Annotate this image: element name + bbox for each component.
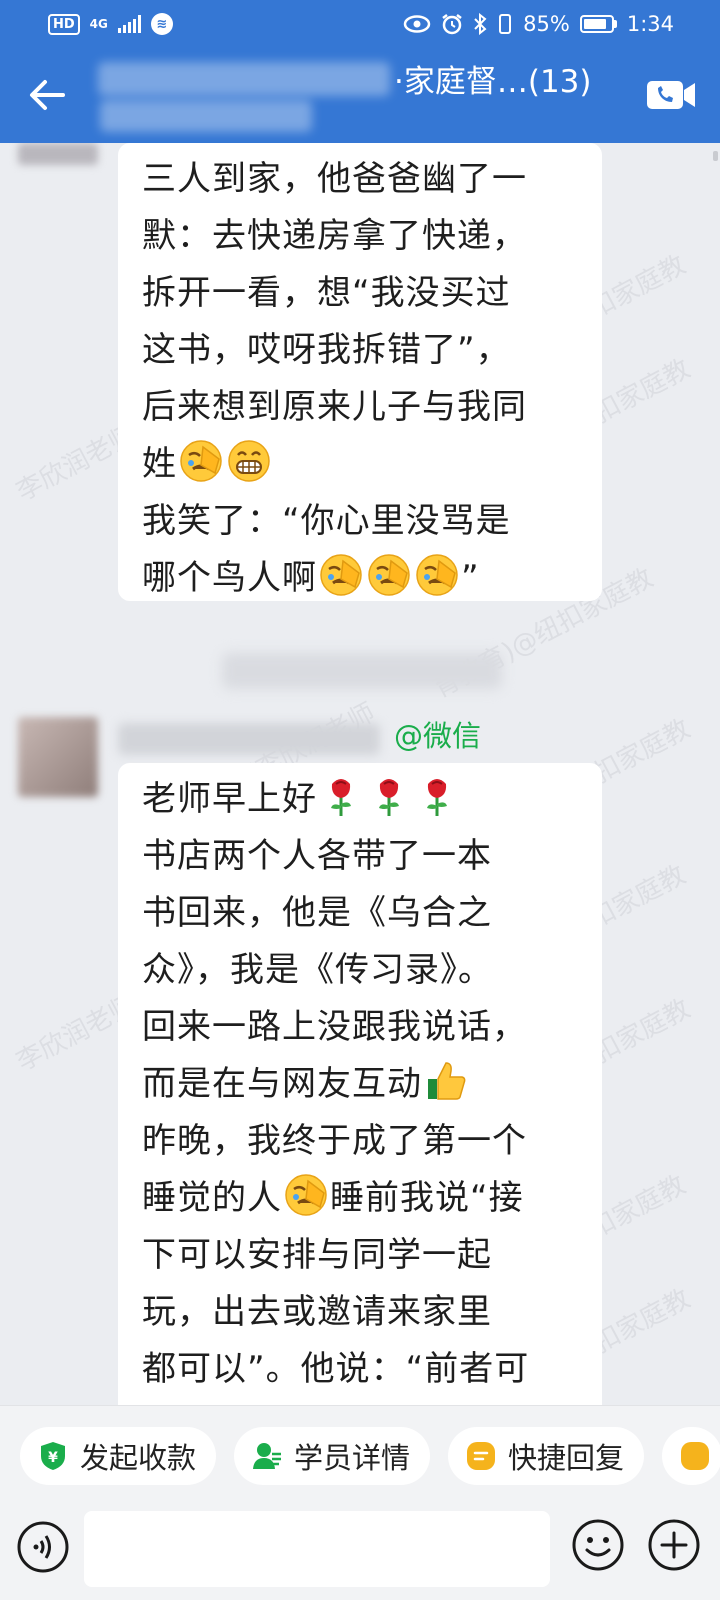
rose-emoji-icon: [379, 779, 399, 816]
input-bar: [0, 1505, 720, 1600]
timestamp-redacted: [222, 653, 502, 689]
hd-icon: HD: [48, 13, 80, 35]
message-line: 都可以”。他说：“前者可: [142, 1349, 530, 1389]
eye-comfort-icon: [403, 15, 431, 33]
wechat-source-tag: @微信: [394, 719, 482, 753]
message-line: 众》，我是《传习录》。: [142, 950, 493, 990]
message-input[interactable]: [84, 1511, 550, 1587]
avatar[interactable]: [18, 143, 98, 165]
message-line: 昨晚，我终于成了第一个: [142, 1121, 527, 1161]
more-quick-action-button[interactable]: [662, 1426, 720, 1485]
message-line: 下可以安排与同学一起: [142, 1235, 492, 1275]
message-line: 回来一路上没跟我说话，: [142, 1007, 527, 1047]
avatar[interactable]: [18, 717, 98, 797]
vibrate-icon: [499, 14, 512, 34]
chat-header: HD 4G ≋ 85% 1:34 ·家庭督…(13): [0, 0, 720, 143]
message-line: 默：去快递房拿了快递，: [142, 216, 527, 256]
video-call-button[interactable]: [646, 78, 696, 112]
facepalm-emoji-icon: [320, 554, 362, 596]
message-line: 而是在与网友互动: [142, 1064, 422, 1104]
payment-request-button[interactable]: ¥ 发起收款: [20, 1426, 217, 1485]
bluetooth-icon: [474, 13, 487, 35]
student-icon: [252, 1441, 282, 1471]
quick-reply-button[interactable]: 快捷回复: [448, 1426, 645, 1485]
message-list[interactable]: 纽扣家庭教 李欣润老师 —纽扣家庭教 育教育)@纽扣家庭教 (李欣润老师 —纽扣…: [0, 143, 720, 1405]
message-line: 玩，出去或邀请来家里: [142, 1292, 492, 1332]
message-line: 后来想到原来儿子与我同: [142, 387, 527, 427]
facepalm-emoji-icon: [180, 440, 222, 482]
message-line: 姓: [142, 444, 177, 484]
message-line: 这书，哎呀我拆错了”，: [142, 330, 511, 370]
message-line: 睡前我说“接: [330, 1178, 524, 1218]
message-bubble[interactable]: 老师早上好 书店两个人各带了一本 书回来，他是《乌合之 众》，我是《传习录》。 …: [118, 763, 602, 1405]
message-line: 老师早上好: [142, 779, 317, 819]
message-line: 哪个鸟人啊: [142, 558, 317, 598]
student-details-button[interactable]: 学员详情: [234, 1426, 431, 1485]
more-functions-button[interactable]: [646, 1517, 702, 1573]
clock: 1:34: [626, 12, 674, 36]
rose-emoji-icon: [427, 779, 447, 816]
quick-action-bar: ¥ 发起收款 学员详情 快捷回复: [0, 1405, 720, 1505]
back-button[interactable]: [22, 70, 72, 120]
group-title: ·家庭督…(13): [394, 64, 592, 100]
message-line: 拆开一看，想“我没买过: [142, 273, 511, 313]
scrollbar[interactable]: [713, 151, 718, 161]
message-line: 睡觉的人: [142, 1178, 282, 1218]
chat-bubble-icon: [680, 1441, 710, 1471]
message-line: 书回来，他是《乌合之: [142, 893, 492, 933]
group-name-redacted-line2: [100, 100, 312, 132]
battery-percent: 85%: [523, 12, 570, 36]
group-name-redacted: [98, 62, 390, 96]
alarm-icon: [442, 14, 462, 35]
arrow-left-icon: [30, 80, 65, 110]
plus-icon: [648, 1519, 700, 1571]
battery-icon: [579, 15, 617, 33]
quick-reply-icon: [466, 1441, 496, 1471]
voice-assistant-icon: ≋: [150, 13, 173, 35]
message-bubble[interactable]: 三人到家，他爸爸幽了一 默：去快递房拿了快递， 拆开一看，想“我没买过 这书，哎…: [118, 143, 602, 601]
chip-label: 学员详情: [294, 1440, 411, 1475]
message-line: ”: [461, 558, 480, 598]
payment-icon: ¥: [38, 1441, 68, 1471]
facepalm-emoji-icon: [368, 554, 410, 596]
facepalm-emoji-icon: [416, 554, 458, 596]
smiley-icon: [572, 1519, 624, 1571]
thumbs-up-emoji-icon: [428, 1062, 466, 1100]
message-line: 书店两个人各带了一本: [142, 836, 492, 876]
message-line: 三人到家，他爸爸幽了一: [142, 159, 527, 199]
voice-icon: [17, 1521, 69, 1573]
chip-label: 发起收款: [80, 1440, 197, 1475]
svg-text:¥: ¥: [48, 1450, 58, 1466]
signal-icon: [117, 15, 141, 33]
video-call-icon: [647, 81, 695, 109]
rose-emoji-icon: [331, 779, 351, 816]
facepalm-emoji-icon: [285, 1174, 327, 1216]
status-bar: HD 4G ≋ 85% 1:34: [0, 0, 720, 48]
message-line: 我笑了：“你心里没骂是: [142, 501, 511, 541]
emoji-button[interactable]: [570, 1517, 626, 1573]
voice-input-button[interactable]: [16, 1520, 70, 1574]
sender-name-redacted: [118, 723, 380, 755]
network-type: 4G: [89, 17, 108, 31]
chip-label: 快捷回复: [508, 1440, 625, 1475]
grin-emoji-icon: [228, 440, 270, 482]
